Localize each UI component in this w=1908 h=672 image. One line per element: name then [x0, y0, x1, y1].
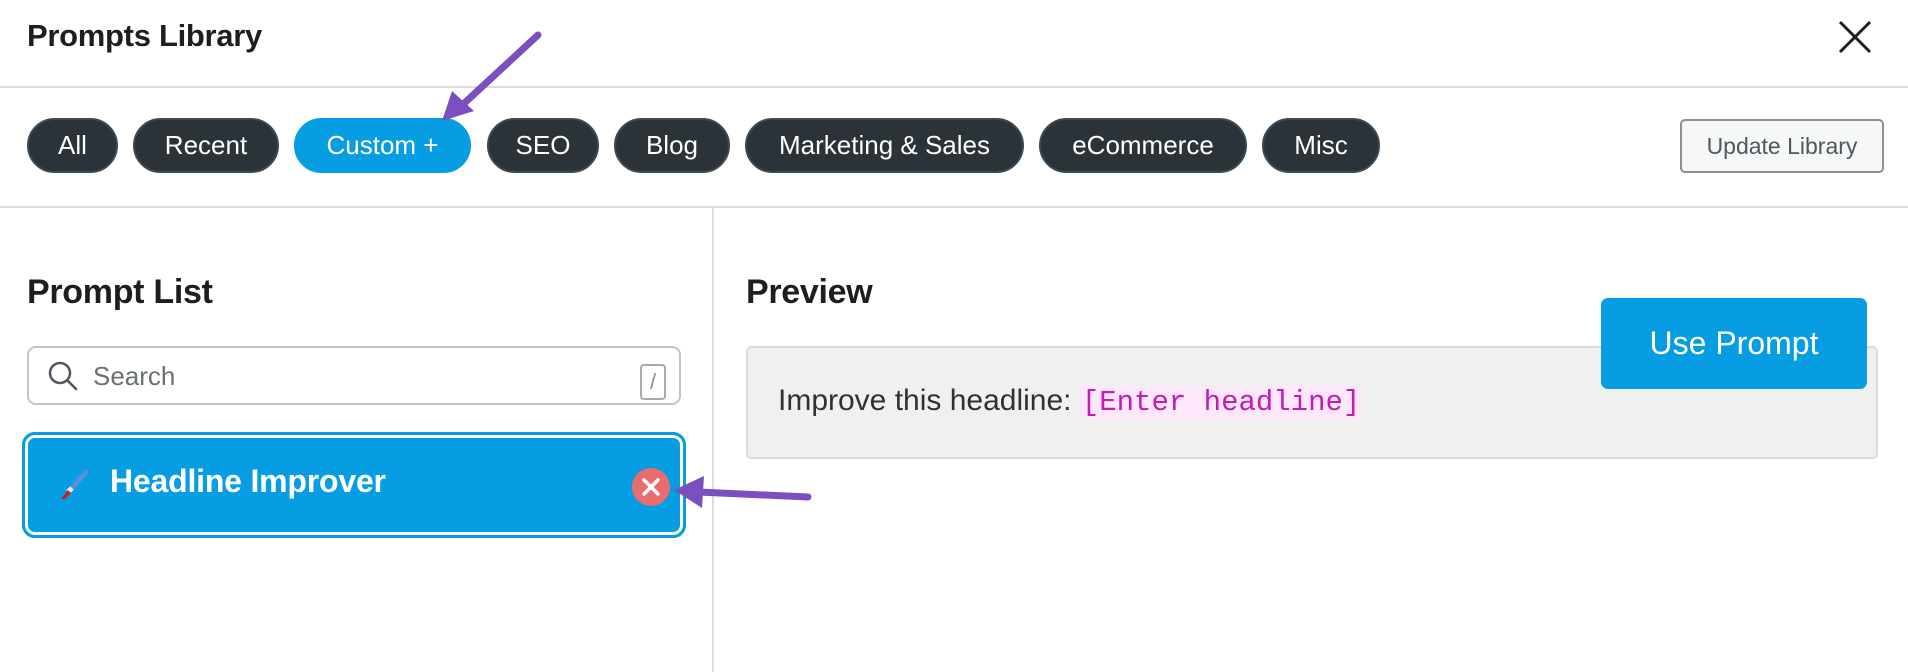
- preview-panel: Preview Improve this headline: [Enter he…: [716, 208, 1908, 672]
- remove-prompt-button[interactable]: [632, 468, 670, 506]
- modal-header: Prompts Library: [0, 0, 1908, 88]
- slash-shortcut-hint: /: [640, 364, 666, 400]
- tab-misc[interactable]: Misc: [1262, 118, 1380, 173]
- preview-title: Preview: [746, 273, 873, 311]
- use-prompt-button[interactable]: Use Prompt: [1601, 298, 1867, 389]
- search-box: /: [27, 346, 681, 405]
- category-tabs: All Recent Custom + SEO Blog Marketing &…: [0, 88, 1908, 208]
- prompt-list-panel: Prompt List / Headline Improver: [0, 208, 714, 672]
- update-library-button[interactable]: Update Library: [1680, 119, 1884, 173]
- prompt-list-item[interactable]: Headline Improver: [22, 432, 686, 538]
- search-input[interactable]: [93, 358, 593, 394]
- tab-blog[interactable]: Blog: [614, 118, 730, 173]
- search-icon: [48, 361, 78, 391]
- prompt-item-label: Headline Improver: [110, 463, 386, 499]
- tab-marketing-sales[interactable]: Marketing & Sales: [745, 118, 1024, 173]
- preview-prompt-text: Improve this headline:: [778, 384, 1080, 417]
- tab-recent[interactable]: Recent: [133, 118, 279, 173]
- tab-seo[interactable]: SEO: [487, 118, 599, 173]
- tab-custom[interactable]: Custom +: [294, 118, 471, 173]
- close-icon: [1838, 20, 1872, 54]
- preview-text: Improve this headline: [Enter headline]: [778, 384, 1363, 419]
- tab-all[interactable]: All: [27, 118, 118, 173]
- paintbrush-icon: [61, 469, 89, 499]
- prompt-list-title: Prompt List: [27, 273, 213, 311]
- close-icon: [642, 478, 660, 496]
- placeholder-token: [Enter headline]: [1079, 386, 1363, 419]
- modal-title: Prompts Library: [27, 18, 262, 53]
- close-button[interactable]: [1836, 18, 1874, 56]
- tab-ecommerce[interactable]: eCommerce: [1039, 118, 1247, 173]
